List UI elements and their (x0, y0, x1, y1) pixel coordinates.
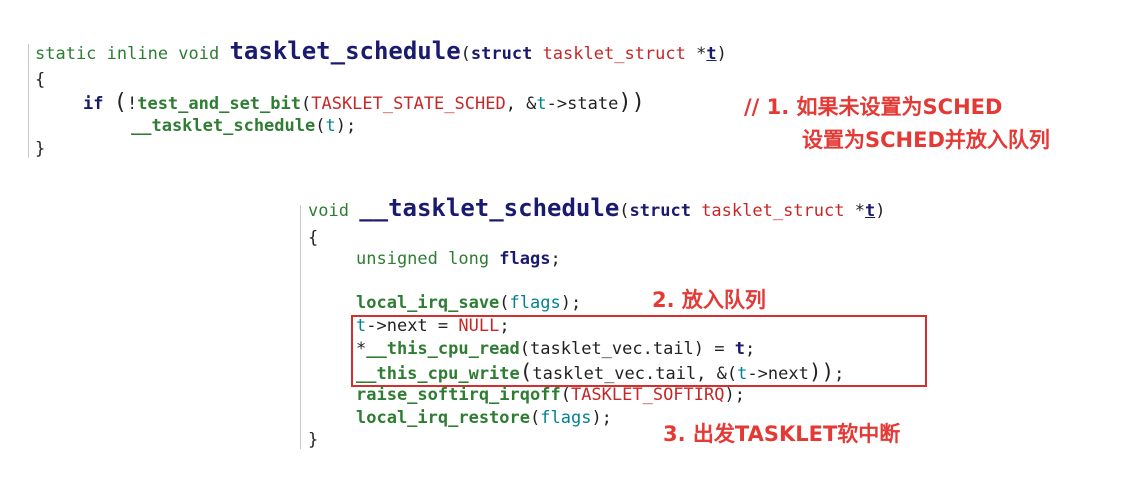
punct: ); (335, 116, 357, 136)
close-brace: } (35, 139, 46, 159)
code-line: void __tasklet_schedule(struct tasklet_s… (308, 194, 886, 222)
code-line: local_irq_restore(flags); (356, 407, 612, 429)
function-name: tasklet_schedule (229, 37, 461, 65)
paren: ( (499, 293, 510, 313)
function-call: local_irq_save (356, 293, 500, 313)
paren: ) (716, 44, 727, 64)
type: unsigned long (356, 249, 500, 269)
paren: ( (519, 339, 531, 359)
function-call: local_irq_restore (356, 408, 530, 428)
code-gutter-2 (300, 205, 301, 449)
var-t: t (737, 364, 748, 384)
paren: ( (619, 201, 630, 221)
punct: , & (505, 94, 537, 114)
function-call: __tasklet_schedule (131, 116, 316, 136)
type-name: tasklet_struct (542, 44, 697, 64)
var-flags: flags (509, 293, 561, 313)
annotation-2: 2. 放入队列 (652, 288, 766, 312)
paren: ( (519, 360, 533, 384)
keyword: void (308, 201, 360, 221)
paren: ( (300, 94, 312, 114)
punct: ; (745, 339, 756, 359)
operator: ! (126, 94, 138, 114)
punct: ) = (693, 339, 735, 359)
member: ->state (546, 94, 619, 114)
member: ->next = (366, 316, 459, 336)
code-line: if (!test_and_set_bit(TASKLET_STATE_SCHE… (83, 92, 645, 115)
code-line: t->next = NULL; (356, 315, 510, 337)
pointer: * (854, 201, 865, 221)
constant: TASKLET_STATE_SCHED (311, 94, 506, 114)
punct: ); (591, 408, 612, 428)
var-flags: flags (540, 408, 592, 428)
code-gutter-1 (28, 44, 29, 158)
code-line: __this_cpu_write(tasklet_vec.tail, &(t->… (356, 361, 844, 385)
operator: * (356, 339, 367, 359)
paren: ( (726, 364, 738, 384)
paren: ( (460, 44, 471, 64)
keyword-struct: struct (470, 44, 543, 64)
paren: )) (618, 90, 645, 115)
var-t: t (325, 116, 336, 136)
var: tasklet_vec.tail (530, 339, 694, 359)
punct: ; (550, 249, 561, 269)
function-call: raise_softirq_irqoff (356, 385, 561, 405)
constant: NULL (458, 316, 500, 336)
keyword: static inline void (35, 44, 230, 64)
annotation-1b: 设置为SCHED并放入队列 (802, 128, 1050, 152)
paren: ) (875, 201, 886, 221)
code-line: __tasklet_schedule(t); (131, 115, 356, 137)
code-line: unsigned long flags; (356, 248, 561, 270)
close-brace: } (308, 430, 319, 450)
var: tasklet_vec.tail, & (532, 364, 727, 384)
code-line: local_irq_save(flags); (356, 292, 581, 314)
keyword-struct: struct (629, 201, 702, 221)
paren: ( (530, 408, 541, 428)
code-line: *__this_cpu_read(tasklet_vec.tail) = t; (356, 338, 755, 360)
var-t: t (734, 339, 745, 359)
punct: ); (724, 385, 745, 405)
annotation-3: 3. 出发TASKLET软中断 (663, 422, 901, 446)
function-name: __tasklet_schedule (359, 194, 620, 222)
keyword-if: if (83, 94, 114, 114)
paren: ( (113, 90, 127, 115)
var-flags: flags (499, 249, 551, 269)
paren: ( (560, 385, 571, 405)
function-call: __this_cpu_read (366, 339, 520, 359)
var-t: t (536, 94, 547, 114)
paren: ( (315, 116, 326, 136)
open-brace: { (308, 228, 319, 248)
punct: ; (834, 364, 845, 384)
param-t: t (864, 201, 876, 221)
open-brace: { (35, 70, 46, 90)
code-line: static inline void tasklet_schedule(stru… (35, 37, 727, 65)
member: ->next (747, 364, 809, 384)
constant: TASKLET_SOFTIRQ (570, 385, 725, 405)
punct: ; (499, 316, 510, 336)
paren: )) (808, 360, 835, 384)
annotation-1: // 1. 如果未设置为SCHED (744, 95, 1003, 119)
var-t: t (356, 316, 367, 336)
punct: ); (560, 293, 582, 313)
function-call: __this_cpu_write (356, 364, 520, 384)
code-line: raise_softirq_irqoff(TASKLET_SOFTIRQ); (356, 384, 745, 406)
type-name: tasklet_struct (701, 201, 855, 221)
param-t: t (706, 44, 717, 64)
function-call: test_and_set_bit (137, 94, 301, 114)
pointer: * (696, 44, 707, 64)
